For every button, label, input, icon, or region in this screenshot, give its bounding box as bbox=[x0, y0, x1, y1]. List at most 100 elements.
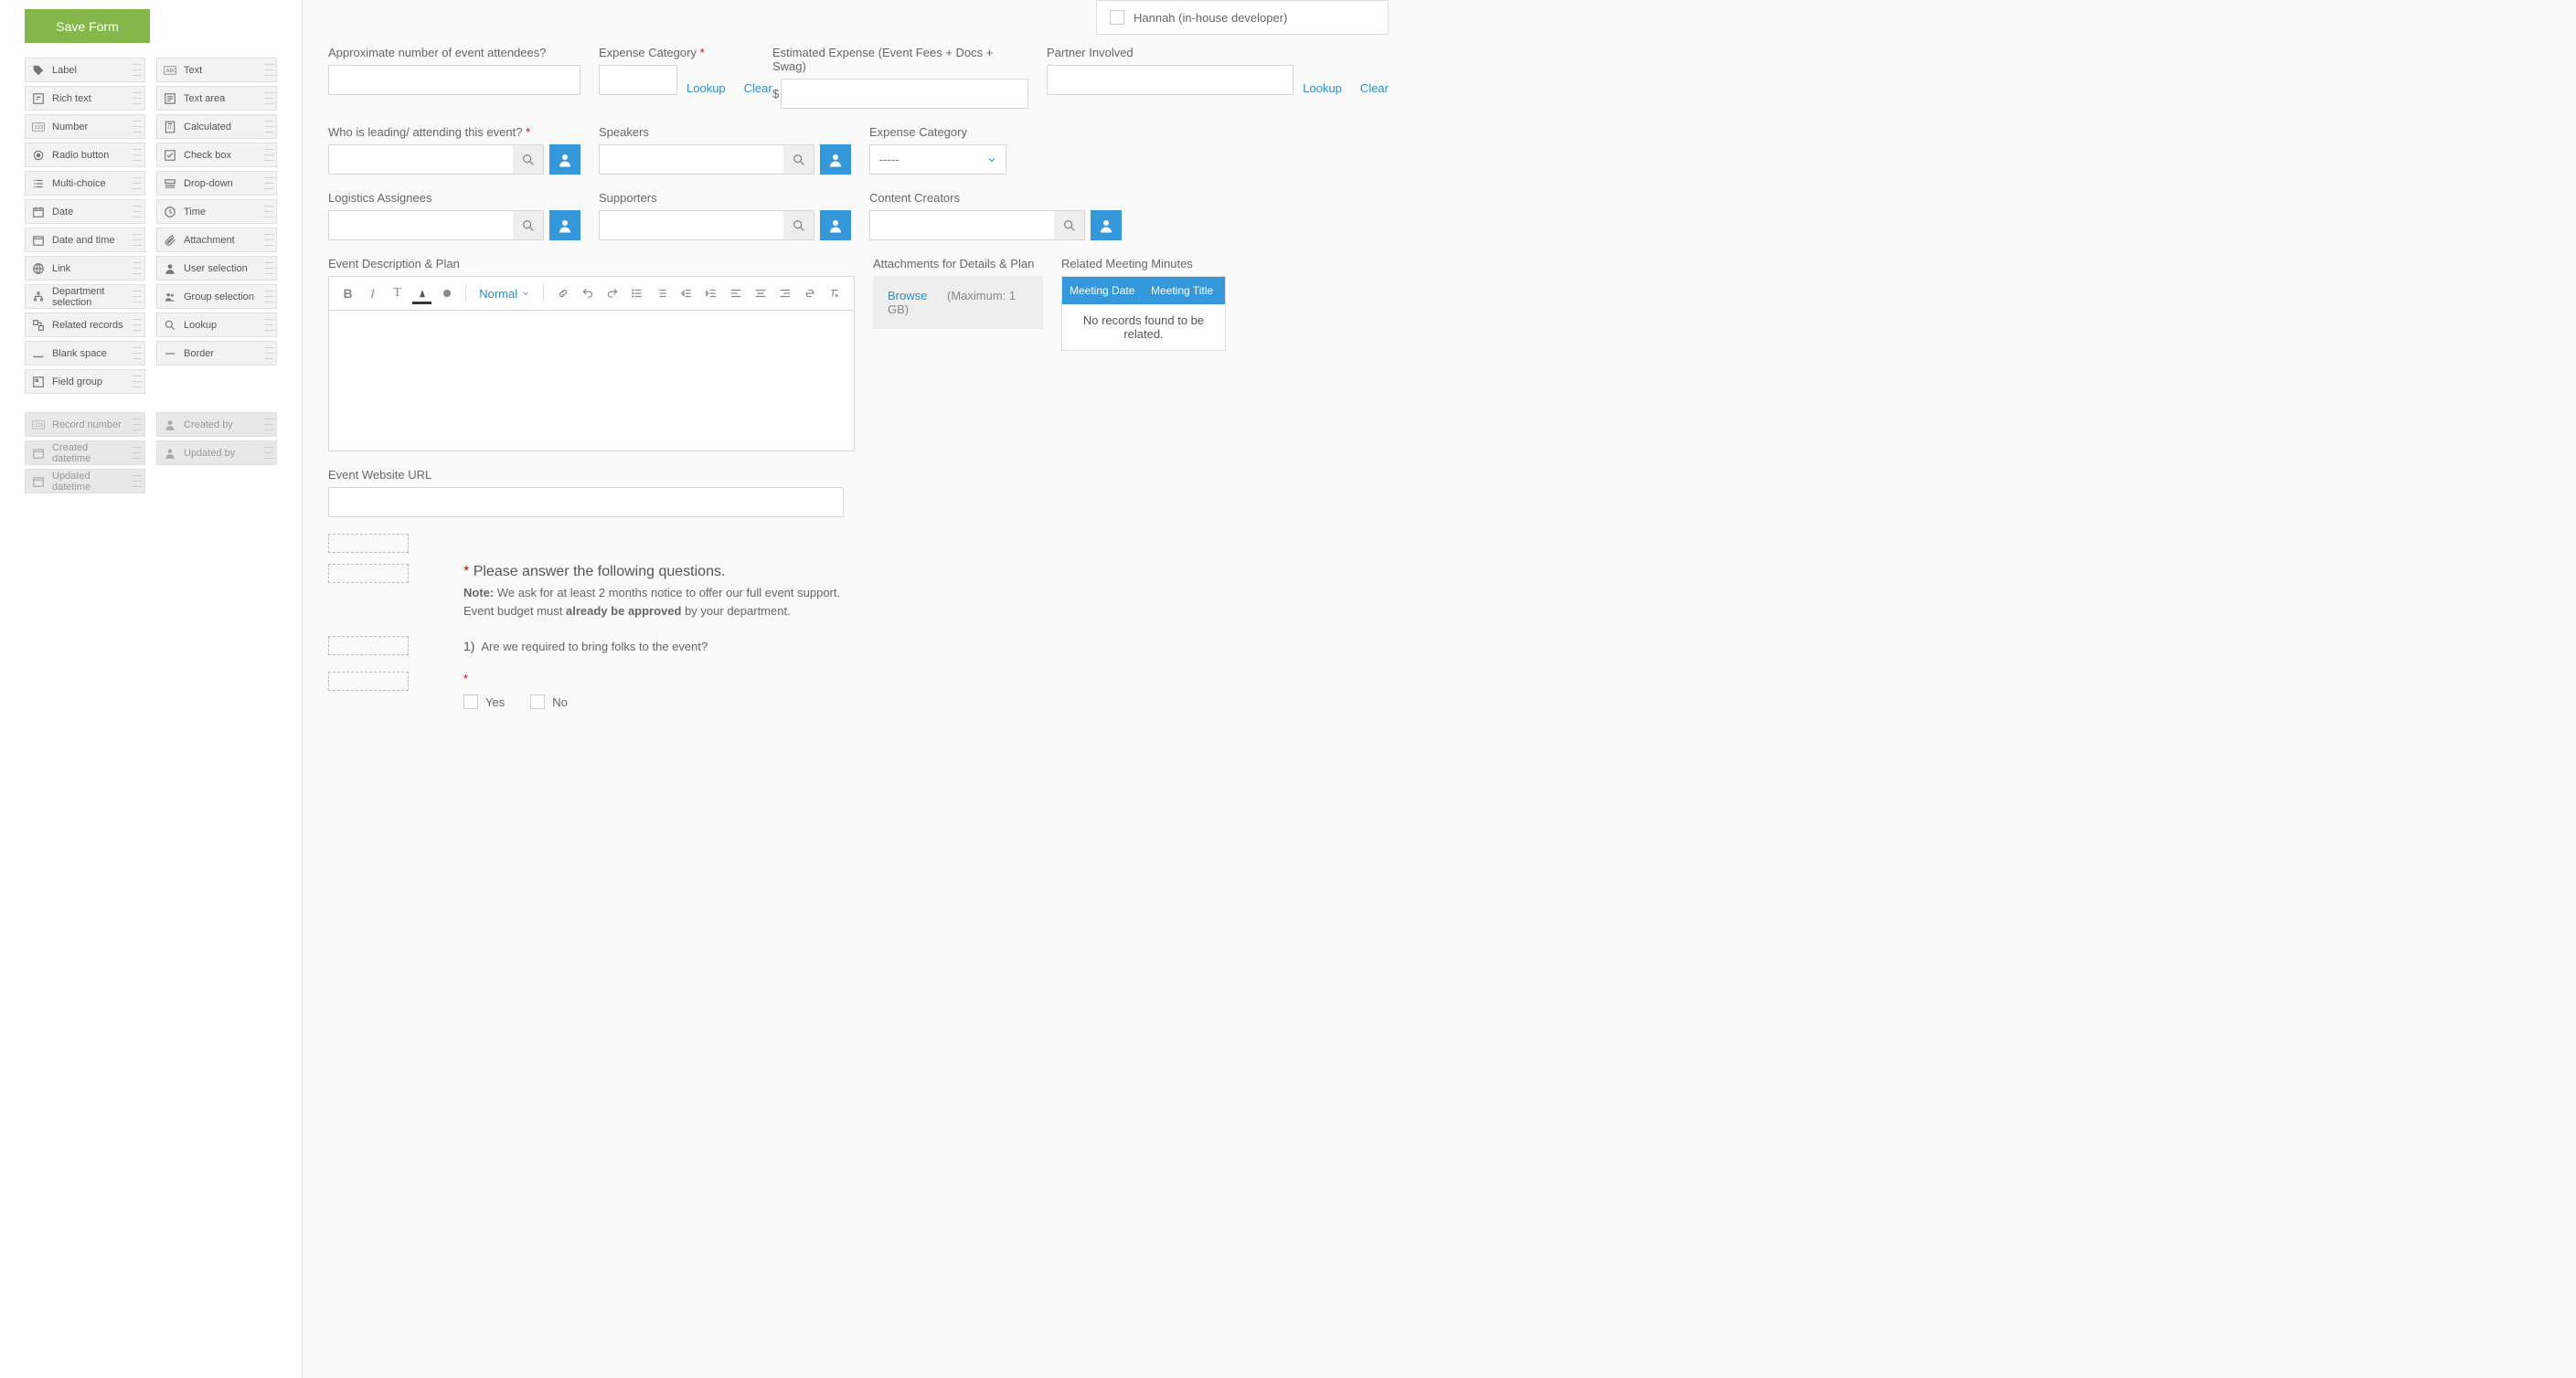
redo-button[interactable] bbox=[602, 282, 622, 304]
link-button[interactable] bbox=[553, 282, 572, 304]
fontsize-button[interactable]: T bbox=[388, 282, 407, 304]
italic-button[interactable]: I bbox=[363, 282, 382, 304]
palette-datetime[interactable]: Date and time bbox=[25, 228, 145, 252]
palette-updatedby[interactable]: Updated by bbox=[156, 440, 277, 465]
expense-category-select[interactable]: ----- bbox=[869, 144, 1006, 175]
clear-link[interactable]: Clear bbox=[744, 81, 772, 95]
estimated-expense-input[interactable] bbox=[781, 79, 1028, 109]
palette-userselection[interactable]: User selection bbox=[156, 256, 277, 281]
palette-dropdown[interactable]: Drop-down bbox=[156, 171, 277, 196]
attendees-input[interactable] bbox=[328, 65, 580, 95]
palette-calculated[interactable]: Calculated bbox=[156, 114, 277, 139]
ol-button[interactable] bbox=[652, 282, 671, 304]
checkbox-hannah[interactable]: Hannah (in-house developer) bbox=[1096, 0, 1389, 35]
palette-text[interactable]: ABCText bbox=[156, 58, 277, 82]
blank-space-placeholder[interactable] bbox=[328, 636, 409, 655]
calendar-icon bbox=[29, 472, 48, 491]
radio-yes[interactable]: Yes bbox=[463, 694, 505, 709]
palette-blankspace[interactable]: Blank space bbox=[25, 341, 145, 366]
label-url: Event Website URL bbox=[328, 468, 844, 482]
who-leading-input[interactable] bbox=[328, 144, 513, 175]
radio-no[interactable]: No bbox=[530, 694, 568, 709]
calendar-icon bbox=[29, 444, 48, 462]
list-icon bbox=[29, 175, 48, 193]
palette-checkbox[interactable]: Check box bbox=[156, 143, 277, 167]
user-picker-button[interactable] bbox=[1091, 210, 1122, 240]
clear-link[interactable]: Clear bbox=[1360, 81, 1389, 95]
search-button[interactable] bbox=[513, 210, 544, 240]
svg-text:123: 123 bbox=[35, 423, 43, 429]
search-button[interactable] bbox=[783, 210, 814, 240]
palette-attachment[interactable]: Attachment bbox=[156, 228, 277, 252]
attachment-dropzone[interactable]: Browse (Maximum: 1 GB) bbox=[873, 276, 1043, 329]
fontcolor-button[interactable] bbox=[412, 282, 431, 304]
search-button[interactable] bbox=[783, 144, 814, 175]
blank-space-placeholder[interactable] bbox=[328, 672, 409, 691]
search-button[interactable] bbox=[513, 144, 544, 175]
radio-icon bbox=[29, 146, 48, 164]
speakers-input[interactable] bbox=[599, 144, 783, 175]
browse-link[interactable]: Browse bbox=[888, 289, 927, 302]
bold-button[interactable]: B bbox=[338, 282, 357, 304]
palette-fieldgroup[interactable]: Field group bbox=[25, 369, 145, 394]
rte-editor[interactable] bbox=[328, 310, 855, 451]
palette-label[interactable]: Label bbox=[25, 58, 145, 82]
outdent-button[interactable] bbox=[676, 282, 696, 304]
blank-space-placeholder[interactable] bbox=[328, 534, 409, 553]
clear-format-button[interactable] bbox=[825, 282, 845, 304]
expense-category-input[interactable] bbox=[599, 65, 677, 95]
user-picker-button[interactable] bbox=[549, 144, 580, 175]
align-right-button[interactable] bbox=[776, 282, 795, 304]
user-picker-button[interactable] bbox=[549, 210, 580, 240]
related-table: Meeting Date Meeting Title No records fo… bbox=[1061, 276, 1226, 351]
palette-time[interactable]: Time bbox=[156, 199, 277, 224]
palette-department[interactable]: Department selection bbox=[25, 284, 145, 309]
ul-button[interactable] bbox=[627, 282, 646, 304]
user-picker-button[interactable] bbox=[820, 210, 851, 240]
palette-number[interactable]: 123Number bbox=[25, 114, 145, 139]
questions-heading: * Please answer the following questions. bbox=[463, 564, 840, 580]
palette-createdby[interactable]: Created by bbox=[156, 412, 277, 437]
event-url-input[interactable] bbox=[328, 487, 844, 517]
blank-space-placeholder[interactable] bbox=[328, 564, 409, 583]
strikethrough-button[interactable] bbox=[801, 282, 820, 304]
group-icon bbox=[161, 288, 179, 306]
palette-richtext[interactable]: Rich text bbox=[25, 86, 145, 111]
creators-input[interactable] bbox=[869, 210, 1054, 240]
save-form-button[interactable]: Save Form bbox=[25, 9, 150, 43]
palette-createddatetime[interactable]: Created datetime bbox=[25, 440, 145, 465]
bgcolor-button[interactable] bbox=[437, 282, 456, 304]
palette-recordnumber[interactable]: 123Record number bbox=[25, 412, 145, 437]
palette-updateddatetime[interactable]: Updated datetime bbox=[25, 469, 145, 493]
text-icon: ABC bbox=[161, 61, 179, 80]
border-icon bbox=[161, 344, 179, 363]
user-icon bbox=[161, 260, 179, 278]
palette-lookup[interactable]: Lookup bbox=[156, 313, 277, 337]
undo-button[interactable] bbox=[578, 282, 597, 304]
label-partner: Partner Involved bbox=[1047, 46, 1389, 59]
logistics-input[interactable] bbox=[328, 210, 513, 240]
lookup-link[interactable]: Lookup bbox=[687, 81, 726, 95]
format-dropdown[interactable]: Normal bbox=[475, 287, 534, 301]
user-picker-button[interactable] bbox=[820, 144, 851, 175]
palette-groupselection[interactable]: Group selection bbox=[156, 284, 277, 309]
palette-date[interactable]: Date bbox=[25, 199, 145, 224]
indent-button[interactable] bbox=[702, 282, 721, 304]
field-palette-sidebar: Save Form Label ABCText Rich text Text a… bbox=[0, 0, 302, 1378]
supporters-input[interactable] bbox=[599, 210, 783, 240]
tag-icon bbox=[29, 61, 48, 80]
palette-link[interactable]: Link bbox=[25, 256, 145, 281]
palette-radio[interactable]: Radio button bbox=[25, 143, 145, 167]
lookup-link[interactable]: Lookup bbox=[1303, 81, 1342, 95]
palette-border[interactable]: Border bbox=[156, 341, 277, 366]
checkbox-label: Hannah (in-house developer) bbox=[1134, 11, 1287, 25]
palette-multichoice[interactable]: Multi-choice bbox=[25, 171, 145, 196]
align-center-button[interactable] bbox=[751, 282, 771, 304]
partner-input[interactable] bbox=[1047, 65, 1293, 95]
palette-related[interactable]: Related records bbox=[25, 313, 145, 337]
align-left-button[interactable] bbox=[727, 282, 746, 304]
svg-text:123: 123 bbox=[35, 125, 43, 131]
palette-textarea[interactable]: Text area bbox=[156, 86, 277, 111]
search-button[interactable] bbox=[1054, 210, 1085, 240]
user-icon bbox=[161, 444, 179, 462]
